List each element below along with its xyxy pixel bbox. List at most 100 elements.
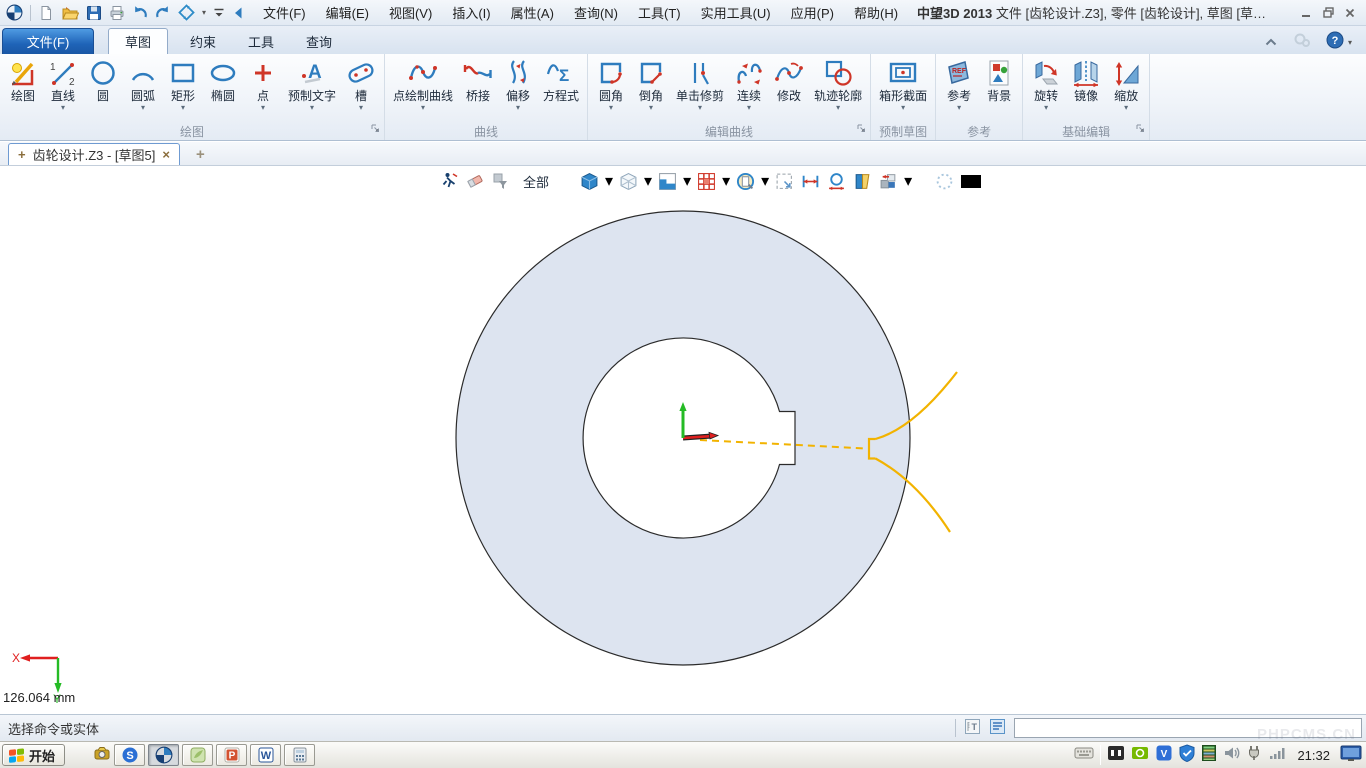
ribbon-button-background[interactable]: 背景: [979, 55, 1019, 113]
dialog-launcher[interactable]: [371, 120, 380, 138]
ribbon-button-ellipse[interactable]: 椭圆: [203, 55, 243, 113]
minimize-icon[interactable]: [1300, 7, 1312, 19]
ribbon-button-spline[interactable]: 点绘制曲线▾: [388, 55, 458, 113]
dropdown-caret[interactable]: ▾: [609, 104, 613, 113]
ribbon-button-arc[interactable]: 圆弧▾: [123, 55, 163, 113]
document-tab-active[interactable]: + 齿轮设计.Z3 - [草图5] ×: [8, 143, 180, 165]
zw3d-app-icon[interactable]: [6, 4, 23, 21]
zw3d-taskbar-icon[interactable]: [148, 744, 179, 766]
tab-close-icon[interactable]: ×: [162, 147, 170, 162]
menu-utilities[interactable]: 实用工具(U): [692, 0, 780, 25]
signal-icon[interactable]: [1269, 746, 1287, 765]
speaker-icon[interactable]: [1223, 745, 1241, 766]
ribbon-button-trace-profile[interactable]: 轨迹轮廓▾: [809, 55, 867, 113]
restore-icon[interactable]: [1322, 7, 1334, 19]
help-icon[interactable]: ?: [1326, 31, 1344, 54]
dropdown-caret[interactable]: ▾: [359, 104, 363, 113]
ribbon-button-rectangle[interactable]: 矩形▾: [163, 55, 203, 113]
redo-icon[interactable]: [155, 5, 171, 20]
dropdown-caret[interactable]: ▾: [516, 104, 520, 113]
collapse-ribbon-icon[interactable]: [1264, 34, 1278, 52]
dropdown-caret[interactable]: ▾: [261, 104, 265, 113]
menu-attributes[interactable]: 属性(A): [502, 0, 563, 25]
ribbon-button-rotate[interactable]: 旋转▾: [1026, 55, 1066, 113]
tab-inquire[interactable]: 查询: [290, 28, 348, 54]
show-desktop-icon[interactable]: [1340, 744, 1362, 767]
regen-icon[interactable]: [178, 4, 195, 21]
regen-dropdown-caret[interactable]: ▾: [202, 8, 206, 17]
taskbar-clock[interactable]: 21:32: [1293, 748, 1334, 763]
ribbon-button-ready-text[interactable]: A 预制文字▾: [283, 55, 341, 113]
dropdown-caret[interactable]: ▾: [61, 104, 65, 113]
ribbon-button-sketch-draw[interactable]: 绘图: [3, 55, 43, 113]
dropdown-caret[interactable]: ▾: [421, 104, 425, 113]
ribbon-button-modify[interactable]: 修改: [769, 55, 809, 113]
shield-icon[interactable]: [1179, 744, 1195, 767]
ribbon-button-fillet[interactable]: 圆角▾: [591, 55, 631, 113]
drawing-canvas[interactable]: 全部 ▾ ▾ ▾ ▾ ▾ ▾: [0, 166, 1366, 714]
dropdown-caret[interactable]: ▾: [957, 104, 961, 113]
browser-s-icon[interactable]: S: [114, 744, 145, 766]
dropdown-caret[interactable]: ▾: [141, 104, 145, 113]
ribbon-button-equation[interactable]: Σ 方程式: [538, 55, 584, 113]
open-file-icon[interactable]: [61, 5, 79, 21]
menu-tools[interactable]: 工具(T): [629, 0, 690, 25]
file-tab-button[interactable]: 文件(F): [2, 28, 94, 54]
save-icon[interactable]: [86, 5, 102, 21]
toolbar-panel-icon[interactable]: T: [964, 718, 981, 738]
dropdown-caret[interactable]: ▾: [310, 104, 314, 113]
print-icon[interactable]: [109, 5, 125, 21]
power-plug-icon[interactable]: [1247, 744, 1263, 766]
ribbon-button-line[interactable]: 12 直线▾: [43, 55, 83, 113]
notes-icon[interactable]: [182, 744, 213, 766]
ribbon-button-reference[interactable]: REF 参考▾: [939, 55, 979, 113]
nvidia-icon[interactable]: [1131, 744, 1149, 767]
menu-applications[interactable]: 应用(P): [782, 0, 843, 25]
dropdown-caret[interactable]: ▾: [901, 104, 905, 113]
dialog-launcher[interactable]: [857, 120, 866, 138]
help-dropdown-caret[interactable]: ▾: [1348, 38, 1352, 47]
start-button[interactable]: 开始: [2, 744, 65, 766]
undo-icon[interactable]: [132, 5, 148, 20]
close-icon[interactable]: [1344, 7, 1356, 19]
command-input[interactable]: [1014, 718, 1362, 738]
menu-help[interactable]: 帮助(H): [845, 0, 907, 25]
memory-grid-icon[interactable]: [1201, 744, 1217, 767]
new-tab-button[interactable]: +: [190, 143, 211, 165]
dropdown-caret[interactable]: ▾: [747, 104, 751, 113]
dropdown-caret[interactable]: ▾: [1044, 104, 1048, 113]
ribbon-button-point[interactable]: 点▾: [243, 55, 283, 113]
menu-file[interactable]: 文件(F): [254, 0, 315, 25]
keyboard-icon[interactable]: [1074, 746, 1094, 765]
ribbon-button-bridge[interactable]: 桥接: [458, 55, 498, 113]
ribbon-button-offset[interactable]: 偏移▾: [498, 55, 538, 113]
dropdown-caret[interactable]: ▾: [649, 104, 653, 113]
customize-qat-icon[interactable]: [213, 6, 225, 19]
menu-edit[interactable]: 编辑(E): [317, 0, 378, 25]
message-list-icon[interactable]: [989, 718, 1006, 738]
screenshot-tool-icon[interactable]: [93, 745, 111, 766]
ribbon-button-one-click-trim[interactable]: 单击修剪▾: [671, 55, 729, 113]
word-icon[interactable]: W: [250, 744, 281, 766]
menu-inquire[interactable]: 查询(N): [565, 0, 627, 25]
calculator-icon[interactable]: [284, 744, 315, 766]
collapse-left-icon[interactable]: [232, 6, 244, 20]
dialog-launcher[interactable]: [1136, 120, 1145, 138]
tab-tools[interactable]: 工具: [232, 28, 290, 54]
menu-view[interactable]: 视图(V): [380, 0, 441, 25]
new-file-icon[interactable]: [38, 5, 54, 21]
dropdown-caret[interactable]: ▾: [1124, 104, 1128, 113]
powerpoint-icon[interactable]: P: [216, 744, 247, 766]
ribbon-button-slot[interactable]: 槽▾: [341, 55, 381, 113]
ribbon-button-chamfer[interactable]: 倒角▾: [631, 55, 671, 113]
dropdown-caret[interactable]: ▾: [836, 104, 840, 113]
tab-sketch[interactable]: 草图: [108, 28, 168, 54]
ime-icon[interactable]: [1107, 744, 1125, 767]
dropdown-caret[interactable]: ▾: [698, 104, 702, 113]
v-app-icon[interactable]: V: [1155, 744, 1173, 767]
ribbon-button-box-section[interactable]: 箱形截面▾: [874, 55, 932, 113]
settings-faded-icon[interactable]: [1292, 32, 1312, 53]
ribbon-button-circle[interactable]: 圆: [83, 55, 123, 113]
tab-constraint[interactable]: 约束: [174, 28, 232, 54]
ribbon-button-continue[interactable]: 连续▾: [729, 55, 769, 113]
